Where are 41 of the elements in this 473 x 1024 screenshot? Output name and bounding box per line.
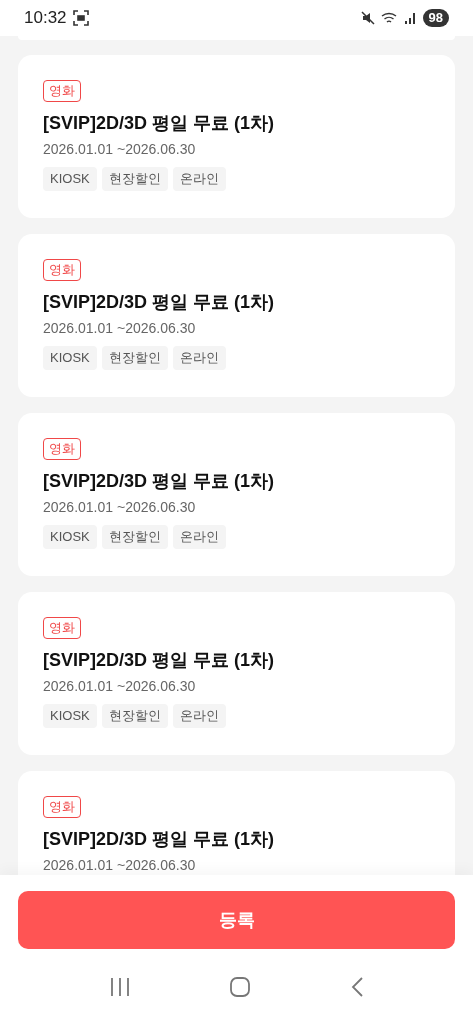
category-badge: 영화 [43, 80, 81, 102]
channel-tag: KIOSK [43, 346, 97, 370]
screenshot-icon [72, 10, 89, 26]
coupon-period: 2026.01.01 ~2026.06.30 [43, 498, 197, 517]
coupon-card[interactable]: 영화 [SVIP]2D/3D 평일 무료 (1차) 2026.01.01 ~2026.06.30 KIOSK 현장할인 온라인 [18, 234, 455, 397]
wifi-icon [380, 11, 399, 25]
channel-tag: 현장할인 [101, 167, 168, 191]
channel-tag: 온라인 [172, 704, 226, 728]
coupon-card[interactable]: 영화 [SVIP]2D/3D 평일 무료 (1차) 2026.01.01 ~2026.06.30 KIOSK 현장할인 온라인 [18, 592, 455, 755]
channel-tag: 현장할인 [101, 346, 168, 370]
back-icon[interactable] [349, 975, 364, 998]
channel-tag: KIOSK [43, 704, 97, 728]
home-icon[interactable] [229, 975, 252, 998]
recent-apps-icon[interactable] [109, 976, 132, 997]
signal-icon [404, 12, 417, 24]
coupon-title: [SVIP]2D/3D 평일 무료 (1차) [43, 649, 276, 672]
channel-tag: KIOSK [43, 525, 97, 549]
channel-tag: 온라인 [172, 167, 226, 191]
channel-tag: 현장할인 [101, 525, 168, 549]
coupon-period: 2026.01.01 ~2026.06.30 [43, 319, 197, 338]
coupon-title: [SVIP]2D/3D 평일 무료 (1차) [43, 291, 276, 314]
channel-tag: 온라인 [172, 346, 226, 370]
coupon-period: 2026.01.01 ~2026.06.30 [43, 856, 197, 875]
coupon-card[interactable]: 영화 [SVIP]2D/3D 평일 무료 (1차) 2026.01.01 ~2026.06.30 KIOSK 현장할인 온라인 [18, 413, 455, 576]
channel-tag: 현장할인 [101, 704, 168, 728]
coupon-card[interactable]: 영화 [SVIP]2D/3D 평일 무료 (1차) 2026.01.01 ~2026.06.30 KIOSK 현장할인 온라인 [18, 55, 455, 218]
category-badge: 영화 [43, 617, 81, 639]
coupon-title: [SVIP]2D/3D 평일 무료 (1차) [43, 828, 276, 851]
category-badge: 영화 [43, 796, 81, 818]
coupon-title: [SVIP]2D/3D 평일 무료 (1차) [43, 470, 276, 493]
status-time: 10:32 [24, 7, 67, 30]
coupon-card[interactable]: 영화 [SVIP]2D/3D 평일 무료 (1차) 2026.01.01 ~2026.06.30 [18, 771, 455, 875]
mute-icon [360, 11, 375, 25]
coupon-title: [SVIP]2D/3D 평일 무료 (1차) [43, 112, 276, 135]
battery-badge: 98 [422, 9, 449, 27]
channel-tag: 온라인 [172, 525, 226, 549]
coupon-period: 2026.01.01 ~2026.06.30 [43, 140, 197, 159]
category-badge: 영화 [43, 259, 81, 281]
category-badge: 영화 [43, 438, 81, 460]
coupon-period: 2026.01.01 ~2026.06.30 [43, 677, 197, 696]
channel-tag: KIOSK [43, 167, 97, 191]
